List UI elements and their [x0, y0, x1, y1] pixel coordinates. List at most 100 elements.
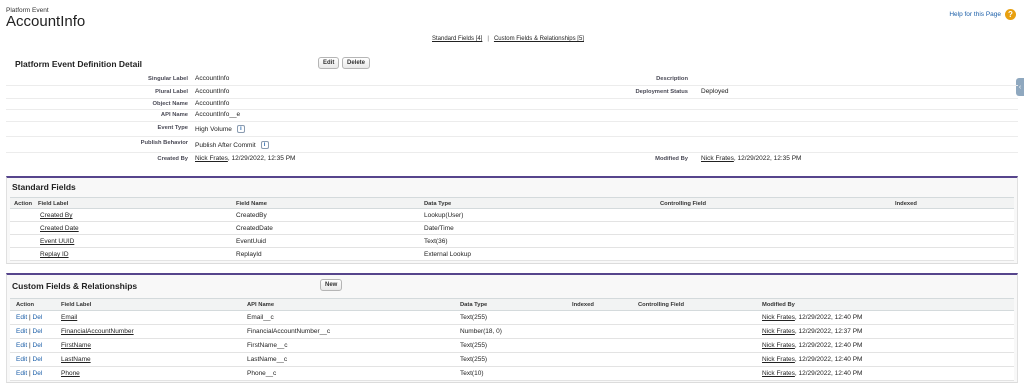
help-icon[interactable]: ? [1005, 9, 1016, 20]
column-header: Indexed [895, 201, 917, 207]
detail-title: Platform Event Definition Detail [15, 59, 143, 69]
singular-label-label: Singular Label [148, 76, 188, 82]
field-name: EventUuid [236, 238, 266, 245]
delete-button[interactable]: Delete [342, 57, 371, 69]
del-link[interactable]: Del [33, 328, 43, 335]
detail-row: Publish Behavior Publish After Commit i [6, 137, 1018, 153]
created-by-date: , 12/29/2022, 12:35 PM [227, 155, 296, 162]
detail-row: Singular Label AccountInfo Description [6, 73, 1018, 86]
modified-by-user-link[interactable]: Nick Frates [762, 356, 795, 363]
edit-link[interactable]: Edit [16, 314, 27, 321]
edit-link[interactable]: Edit [16, 342, 27, 349]
action-separator: | [29, 314, 31, 321]
edit-link[interactable]: Edit [16, 328, 27, 335]
modified-date: , 12/29/2022, 12:40 PM [794, 356, 863, 363]
field-label-link[interactable]: Created By [40, 212, 73, 219]
field-label-link[interactable]: Created Date [40, 225, 79, 232]
row-actions: Edit | Del [16, 342, 42, 349]
singular-label-value: AccountInfo [195, 75, 230, 82]
edit-button[interactable]: Edit [318, 57, 340, 69]
modified-by-user-link[interactable]: Nick Frates [762, 328, 795, 335]
api-name: Phone__c [247, 370, 277, 377]
modified-date: , 12/29/2022, 12:40 PM [794, 314, 863, 321]
table-row: Event UUID EventUuid Text(36) [10, 235, 1014, 248]
anchor-separator: | [487, 36, 489, 42]
column-header: Modified By [762, 302, 795, 308]
row-actions: Edit | Del [16, 314, 42, 321]
field-label-link[interactable]: Email [61, 314, 77, 321]
help-link-group[interactable]: Help for this Page ? [949, 9, 1016, 20]
data-type: Text(255) [460, 342, 488, 349]
plural-label-label: Plural Label [155, 89, 188, 95]
standard-fields-header: Action Field Label Field Name Data Type … [10, 197, 1014, 209]
table-row: Edit | Del FirstName FirstName__c Text(2… [10, 339, 1014, 353]
modified-date: , 12/29/2022, 12:40 PM [794, 342, 863, 349]
standard-fields-list: Standard Fields Action Field Label Field… [6, 176, 1018, 264]
modified-by-user-link[interactable]: Nick Frates [701, 155, 734, 162]
modified-date: , 12/29/2022, 12:37 PM [794, 328, 863, 335]
info-icon[interactable]: i [236, 125, 245, 133]
field-label-link[interactable]: Replay ID [40, 251, 69, 258]
modified-by: Nick Frates, 12/29/2022, 12:40 PM [762, 370, 862, 377]
field-label-link[interactable]: LastName [61, 356, 91, 363]
field-label-link[interactable]: Phone [61, 370, 80, 377]
action-separator: | [29, 328, 31, 335]
data-type: Lookup(User) [424, 212, 464, 219]
deployment-status-label: Deployment Status [635, 89, 688, 95]
column-header: Field Label [38, 201, 69, 207]
column-header: Controlling Field [638, 302, 685, 308]
modified-by: Nick Frates, 12/29/2022, 12:40 PM [762, 314, 862, 321]
detail-row: Object Name AccountInfo [6, 99, 1018, 110]
detail-row: Created By Nick Frates , 12/29/2022, 12:… [6, 153, 1018, 167]
api-name-value: AccountInfo__e [195, 111, 241, 118]
standard-fields-anchor[interactable]: Standard Fields [4] [432, 36, 482, 42]
standard-fields-title: Standard Fields [12, 182, 76, 192]
column-header: Action [16, 302, 35, 308]
table-row: Edit | Del Phone Phone__c Text(10) Nick … [10, 367, 1014, 381]
field-label-link[interactable]: FirstName [61, 342, 91, 349]
modified-by: Nick Frates, 12/29/2022, 12:40 PM [762, 356, 862, 363]
field-label-link[interactable]: FinancialAccountNumber [61, 328, 134, 335]
deployment-status-value: Deployed [701, 88, 729, 95]
custom-fields-header: Action Field Label API Name Data Type In… [10, 298, 1014, 311]
definition-detail: Platform Event Definition Detail Edit De… [6, 52, 1018, 168]
modified-by-user-link[interactable]: Nick Frates [762, 314, 795, 321]
field-label-link[interactable]: Event UUID [40, 238, 74, 245]
table-row: Replay ID ReplayId External Lookup [10, 248, 1014, 261]
event-type-value-group: High Volume i [195, 125, 245, 133]
event-type-label: Event Type [157, 125, 189, 131]
column-header: Indexed [572, 302, 594, 308]
modified-by-user-link[interactable]: Nick Frates [762, 342, 795, 349]
action-separator: | [29, 342, 31, 349]
column-header: Data Type [460, 302, 488, 308]
field-name: ReplayId [236, 251, 262, 258]
modified-by-user-link[interactable]: Nick Frates [762, 370, 795, 377]
custom-fields-anchor[interactable]: Custom Fields & Relationships [5] [494, 36, 584, 42]
created-by-user-link[interactable]: Nick Frates [195, 155, 228, 162]
new-field-button[interactable]: New [320, 279, 343, 291]
action-separator: | [29, 356, 31, 363]
edit-link[interactable]: Edit [16, 356, 27, 363]
del-link[interactable]: Del [33, 370, 43, 377]
page-title: AccountInfo [6, 13, 86, 30]
field-name: CreatedDate [236, 225, 273, 232]
table-row: Created By CreatedBy Lookup(User) [10, 209, 1014, 222]
info-icon[interactable]: i [260, 141, 269, 149]
modified-date: , 12/29/2022, 12:40 PM [794, 370, 863, 377]
edit-link[interactable]: Edit [16, 370, 27, 377]
column-header: Field Label [61, 302, 92, 308]
custom-fields-title: Custom Fields & Relationships [12, 281, 138, 291]
section-anchors: Standard Fields [4] | Custom Fields & Re… [432, 36, 584, 42]
del-link[interactable]: Del [33, 342, 43, 349]
data-type: Text(255) [460, 314, 488, 321]
detail-row: Event Type High Volume i [6, 122, 1018, 137]
column-header: Field Name [236, 201, 267, 207]
data-type: External Lookup [424, 251, 471, 258]
column-header: Controlling Field [660, 201, 707, 207]
help-link[interactable]: Help for this Page [949, 11, 1001, 18]
modified-by-date: , 12/29/2022, 12:35 PM [733, 155, 802, 162]
del-link[interactable]: Del [33, 356, 43, 363]
del-link[interactable]: Del [33, 314, 43, 321]
row-actions: Edit | Del [16, 370, 42, 377]
row-actions: Edit | Del [16, 328, 42, 335]
